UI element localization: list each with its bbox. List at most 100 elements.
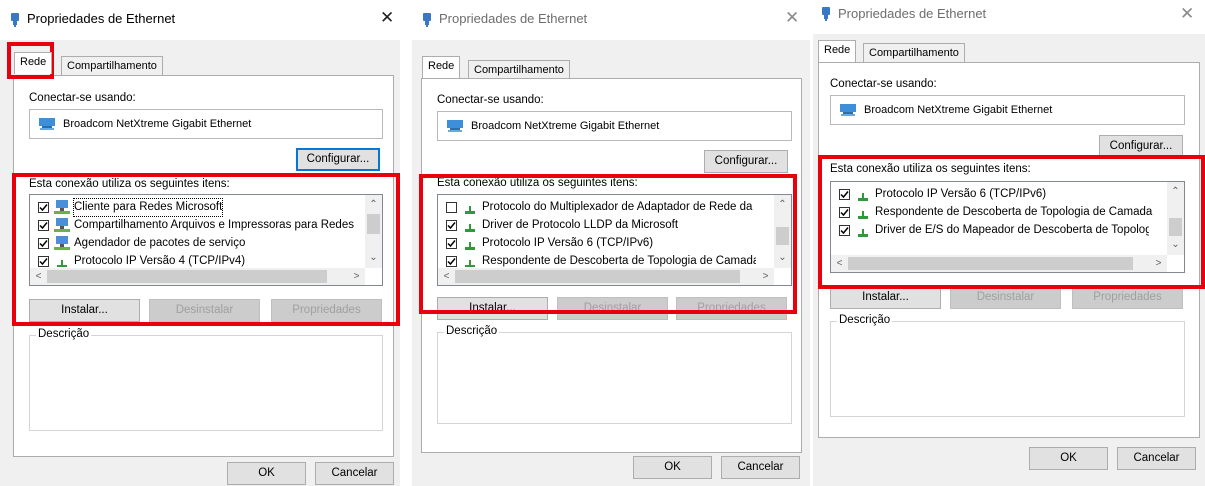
scroll-left-icon[interactable]: <: [831, 256, 848, 272]
checkbox[interactable]: [38, 238, 49, 249]
protocol-icon: [465, 224, 475, 232]
horizontal-scrollbar[interactable]: < >: [438, 268, 774, 285]
checkbox[interactable]: [38, 220, 49, 231]
scroll-thumb[interactable]: [776, 227, 789, 245]
ethernet-plug-icon: [822, 7, 830, 21]
scroll-thumb[interactable]: [367, 214, 380, 234]
tab-rede[interactable]: Rede: [818, 40, 857, 62]
network-adapter-icon: [447, 120, 463, 132]
scroll-up-icon[interactable]: ⌃: [1167, 184, 1184, 200]
scroll-down-icon[interactable]: ⌄: [774, 250, 791, 266]
cancel-button[interactable]: Cancelar: [721, 456, 800, 479]
network-adapter-icon: [39, 118, 55, 130]
tab-compartilhamento[interactable]: Compartilhamento: [468, 60, 570, 79]
list-item[interactable]: Respondente de Descoberta de Topologia d…: [835, 204, 1152, 221]
properties-button[interactable]: Propriedades: [676, 297, 787, 320]
checkbox[interactable]: [446, 220, 457, 231]
list-item[interactable]: Protocolo do Multiplexador de Adaptador …: [442, 199, 756, 216]
ethernet-plug-icon: [11, 13, 19, 27]
close-icon[interactable]: ✕: [785, 9, 799, 27]
network-client-icon: [54, 236, 70, 250]
network-client-icon: [54, 200, 70, 214]
vertical-scrollbar[interactable]: ⌃ ⌄: [365, 195, 382, 268]
adapter-name: Broadcom NetXtreme Gigabit Ethernet: [864, 104, 1053, 116]
scroll-down-icon[interactable]: ⌄: [365, 250, 382, 266]
description-group: Descrição: [29, 328, 383, 431]
uninstall-button[interactable]: Desinstalar: [950, 286, 1061, 309]
ok-button[interactable]: OK: [633, 456, 712, 479]
close-icon[interactable]: ✕: [1180, 5, 1194, 23]
protocol-icon: [858, 211, 868, 219]
description-group: Descrição: [830, 314, 1185, 417]
network-adapter-icon: [840, 104, 856, 116]
tab-rede[interactable]: Rede: [14, 52, 53, 74]
list-item[interactable]: Protocolo IP Versão 6 (TCP/IPv6): [835, 186, 1149, 203]
list-item[interactable]: Compartilhamento Arquivos e Impressoras …: [34, 217, 354, 234]
tab-rede[interactable]: Rede: [422, 56, 461, 78]
scroll-thumb[interactable]: [455, 270, 740, 283]
list-item-label: Agendador de pacotes de serviço: [74, 237, 246, 249]
ok-button[interactable]: OK: [227, 462, 306, 485]
list-item-label: Protocolo IP Versão 4 (TCP/IPv4): [74, 255, 246, 267]
properties-button[interactable]: Propriedades: [271, 299, 382, 322]
configure-button[interactable]: Configurar...: [296, 148, 380, 171]
scroll-up-icon[interactable]: ⌃: [365, 197, 382, 213]
scroll-left-icon[interactable]: <: [30, 269, 47, 285]
scroll-thumb[interactable]: [848, 257, 1133, 270]
list-item[interactable]: Protocolo IP Versão 6 (TCP/IPv6): [442, 235, 756, 252]
checkbox[interactable]: [839, 189, 850, 200]
items-listbox[interactable]: Protocolo IP Versão 6 (TCP/IPv6) Respond…: [830, 181, 1185, 273]
items-label: Esta conexão utiliza os seguintes itens:: [29, 178, 230, 190]
list-item[interactable]: Driver de E/S do Mapeador de Descoberta …: [835, 222, 1149, 239]
description-group: Descrição: [437, 325, 792, 424]
scroll-right-icon[interactable]: >: [348, 269, 365, 285]
scroll-down-icon[interactable]: ⌄: [1167, 237, 1184, 253]
list-item-label: Cliente para Redes Microsoft: [72, 198, 224, 217]
tab-compartilhamento[interactable]: Compartilhamento: [61, 56, 163, 75]
ok-button[interactable]: OK: [1029, 447, 1108, 470]
uninstall-button[interactable]: Desinstalar: [557, 297, 668, 320]
properties-button[interactable]: Propriedades: [1072, 286, 1183, 309]
protocol-icon: [465, 242, 475, 250]
list-item-label: Driver de Protocolo LLDP da Microsoft: [482, 219, 679, 231]
close-icon[interactable]: ✕: [380, 9, 394, 27]
checkbox[interactable]: [38, 256, 49, 267]
checkbox[interactable]: [446, 238, 457, 249]
checkbox[interactable]: [446, 202, 457, 213]
cancel-button[interactable]: Cancelar: [1117, 447, 1196, 470]
adapter-box: Broadcom NetXtreme Gigabit Ethernet: [437, 111, 792, 141]
list-item[interactable]: Agendador de pacotes de serviço: [34, 235, 348, 252]
cancel-button[interactable]: Cancelar: [315, 462, 394, 485]
list-item[interactable]: Driver de Protocolo LLDP da Microsoft: [442, 217, 756, 234]
list-item[interactable]: Respondente de Descoberta de Topologia d…: [442, 253, 756, 267]
checkbox[interactable]: [839, 225, 850, 236]
vertical-scrollbar[interactable]: ⌃ ⌄: [774, 195, 791, 268]
horizontal-scrollbar[interactable]: < >: [30, 268, 365, 285]
install-button[interactable]: Instalar...: [29, 299, 140, 322]
scroll-up-icon[interactable]: ⌃: [774, 197, 791, 213]
install-button[interactable]: Instalar...: [830, 286, 941, 309]
scroll-right-icon[interactable]: >: [757, 269, 774, 285]
list-item[interactable]: Cliente para Redes Microsoft: [34, 198, 348, 217]
vertical-scrollbar[interactable]: ⌃ ⌄: [1167, 182, 1184, 255]
items-listbox[interactable]: Cliente para Redes Microsoft Compartilha…: [29, 194, 383, 286]
configure-button[interactable]: Configurar...: [704, 150, 788, 173]
protocol-icon: [465, 206, 475, 214]
uninstall-button[interactable]: Desinstalar: [149, 299, 260, 322]
checkbox[interactable]: [446, 256, 457, 267]
tab-compartilhamento[interactable]: Compartilhamento: [863, 43, 965, 62]
title-bar: Propriedades de Ethernet ✕: [0, 0, 400, 40]
checkbox[interactable]: [38, 202, 49, 213]
checkbox[interactable]: [839, 207, 850, 218]
scroll-thumb[interactable]: [47, 270, 327, 283]
install-button[interactable]: Instalar...: [437, 297, 548, 320]
horizontal-scrollbar[interactable]: < >: [831, 255, 1167, 272]
ethernet-properties-dialog-3: Propriedades de Ethernet ✕ Rede Comparti…: [813, 0, 1205, 486]
configure-button[interactable]: Configurar...: [1099, 135, 1183, 158]
scroll-right-icon[interactable]: >: [1150, 256, 1167, 272]
scroll-thumb[interactable]: [1169, 218, 1182, 236]
scroll-left-icon[interactable]: <: [438, 269, 455, 285]
description-label: Descrição: [36, 328, 92, 340]
list-item[interactable]: Protocolo IP Versão 4 (TCP/IPv4): [34, 253, 348, 267]
items-listbox[interactable]: Protocolo do Multiplexador de Adaptador …: [437, 194, 792, 286]
